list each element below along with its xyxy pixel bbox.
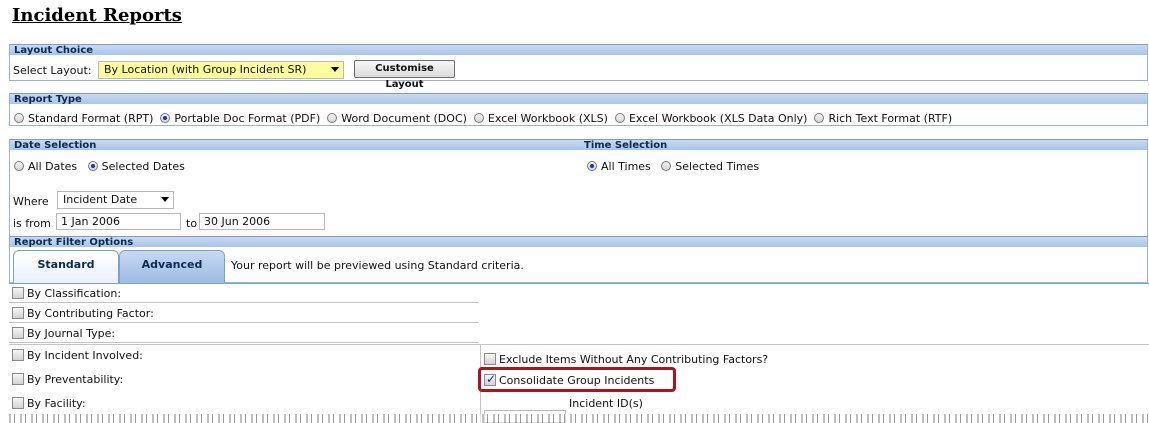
filter-label: By Contributing Factor:: [27, 307, 154, 320]
selected-dates-label: Selected Dates: [101, 160, 185, 173]
layout-select-value: By Location (with Group Incident SR): [104, 63, 307, 76]
chevron-down-icon: [161, 197, 169, 202]
from-label: is from: [13, 217, 51, 230]
filter-row: By Contributing Factor:: [9, 304, 479, 323]
all-dates-radio[interactable]: [14, 161, 24, 171]
report-type-label: Excel Workbook (XLS Data Only): [628, 112, 808, 125]
all-times-radio[interactable]: [587, 161, 597, 171]
filter-checkbox[interactable]: [12, 373, 24, 385]
filter-row: By Incident Involved:: [9, 346, 479, 365]
date-field-value: Incident Date: [63, 193, 138, 206]
highlight-annotation: [478, 367, 676, 392]
report-type-radio[interactable]: [473, 113, 484, 123]
tab-advanced[interactable]: Advanced: [119, 250, 225, 283]
filter-label: By Facility:: [27, 397, 86, 410]
exclude-items-checkbox[interactable]: [484, 353, 496, 365]
all-times-label: All Times: [601, 160, 651, 173]
report-type-header: Report Type: [10, 93, 1147, 105]
layout-select[interactable]: By Location (with Group Incident SR): [98, 61, 344, 79]
filter-checkbox[interactable]: [12, 307, 24, 319]
torn-edge: [9, 414, 1149, 423]
date-field-select[interactable]: Incident Date: [57, 191, 174, 209]
filter-label: By Incident Involved:: [27, 349, 143, 362]
filter-options-header: Report Filter Options: [10, 236, 1147, 248]
customise-layout-button[interactable]: Customise Layout: [354, 60, 455, 90]
report-type-label: Standard Format (RPT): [28, 112, 154, 125]
report-type-label: Excel Workbook (XLS): [487, 112, 608, 125]
report-type-radio[interactable]: [160, 113, 171, 123]
select-layout-label: Select Layout:: [13, 64, 92, 77]
filter-label: By Preventability:: [27, 373, 124, 386]
preview-note: Your report will be previewed using Stan…: [231, 259, 524, 272]
from-date-input[interactable]: 1 Jan 2006: [56, 213, 181, 230]
filter-checkbox[interactable]: [12, 327, 24, 339]
selected-times-label: Selected Times: [675, 160, 760, 173]
filter-divider: [9, 344, 1149, 345]
selected-dates-radio[interactable]: [87, 161, 98, 171]
filter-row: By Journal Type:: [9, 324, 479, 343]
report-type-label: Word Document (DOC): [341, 112, 467, 125]
to-label: to: [186, 217, 198, 230]
report-type-options: Standard Format (RPT) Portable Doc Format…: [14, 112, 959, 125]
time-radio-group: All Times Selected Times: [587, 160, 766, 173]
time-selection-title: Time Selection: [584, 140, 668, 151]
filter-row: By Facility:: [9, 394, 479, 413]
filter-label: By Journal Type:: [27, 327, 116, 340]
report-type-radio[interactable]: [327, 113, 338, 123]
filter-row: By Classification:: [9, 284, 479, 303]
exclude-items-option: Exclude Items Without Any Contributing F…: [484, 353, 768, 366]
filter-checkbox[interactable]: [12, 397, 24, 409]
report-type-radio[interactable]: [14, 113, 24, 123]
page-title: Incident Reports: [12, 5, 182, 26]
report-type-label: Rich Text Format (RTF): [828, 112, 953, 125]
filter-checkbox[interactable]: [12, 287, 24, 299]
date-selection-header: Date Selection Time Selection: [10, 139, 1147, 151]
filter-checkbox[interactable]: [12, 349, 24, 361]
report-type-radio[interactable]: [814, 113, 825, 123]
tab-standard[interactable]: Standard: [13, 250, 119, 283]
date-selection-title: Date Selection: [14, 140, 97, 151]
incident-id-label: Incident ID(s): [569, 397, 643, 410]
chevron-down-icon: [331, 67, 339, 72]
filter-row: By Preventability:: [9, 370, 479, 389]
to-date-input[interactable]: 30 Jun 2006: [199, 213, 325, 230]
selected-times-radio[interactable]: [661, 161, 672, 171]
exclude-items-label: Exclude Items Without Any Contributing F…: [499, 353, 769, 366]
where-label: Where: [13, 195, 49, 208]
report-type-radio[interactable]: [614, 113, 625, 123]
date-radio-group: All Dates Selected Dates: [14, 160, 192, 173]
report-type-label: Portable Doc Format (PDF): [174, 112, 321, 125]
filter-label: By Classification:: [27, 287, 122, 300]
layout-choice-header: Layout Choice: [10, 44, 1147, 56]
all-dates-label: All Dates: [28, 160, 78, 173]
